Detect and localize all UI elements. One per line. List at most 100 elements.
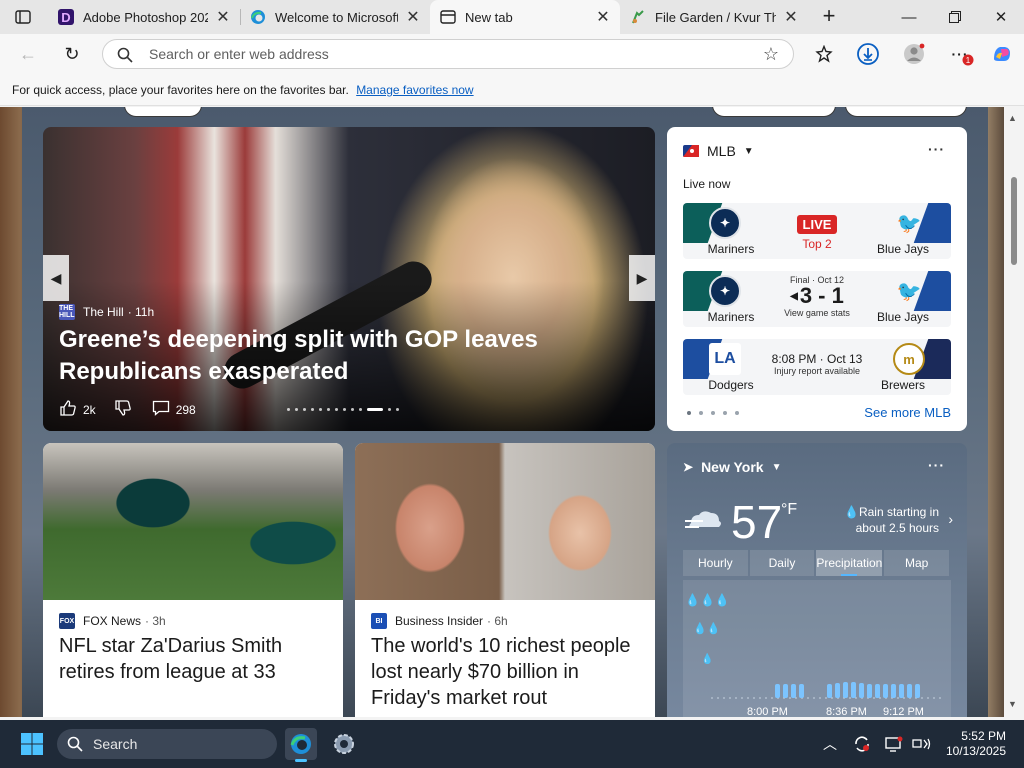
tab-actions-button[interactable] — [8, 5, 38, 29]
team-brewers: m Brewers — [855, 339, 951, 395]
more-options-button[interactable]: ··· — [928, 141, 945, 157]
injury-report-link[interactable]: Injury report available — [771, 366, 863, 376]
svg-text:💧💧💧: 💧💧💧 — [685, 593, 730, 607]
scroll-up-icon[interactable]: ▲ — [1008, 113, 1017, 123]
taskbar-clock[interactable]: 5:52 PM 10/13/2025 — [946, 729, 1006, 759]
game-row-live[interactable]: ✦ Mariners LIVE Top 2 🐦 Blue Jays — [683, 203, 951, 259]
taskbar-settings-button[interactable] — [328, 728, 360, 760]
minimize-button[interactable]: — — [886, 0, 932, 34]
copilot-button[interactable] — [988, 40, 1016, 68]
view-stats-link[interactable]: View game stats — [771, 308, 863, 318]
tab-title: File Garden / Kvur The S — [655, 9, 776, 25]
address-input[interactable]: Search or enter web address ☆ — [102, 39, 794, 69]
news-card-richest[interactable]: BI Business Insider · 6h The world's 10 … — [355, 443, 655, 717]
start-button[interactable] — [16, 728, 48, 760]
hero-headline[interactable]: Greene’s deepening split with GOP leaves… — [59, 324, 579, 388]
newtab-icon — [440, 9, 456, 25]
rain-forecast[interactable]: 💧Rain starting in about 2.5 hours — [833, 504, 939, 536]
news-age: · 6h — [487, 614, 508, 628]
news-headline[interactable]: The world's 10 richest people lost nearl… — [371, 633, 643, 711]
clock-time: 5:52 PM — [961, 729, 1006, 743]
close-tab-icon[interactable]: ✕ — [594, 7, 612, 27]
copilot-icon — [994, 47, 1010, 61]
carousel-next-button[interactable]: ▶ — [629, 255, 655, 301]
tab-photoshop[interactable]: D Adobe Photoshop 2025 ✕ — [48, 0, 240, 34]
close-window-button[interactable]: ✕ — [978, 0, 1024, 34]
tab-daily[interactable]: Daily — [749, 550, 815, 576]
tab-precipitation[interactable]: Precipitation — [816, 550, 883, 576]
carousel-indicator[interactable] — [287, 408, 404, 411]
tab-title: Adobe Photoshop 2025 — [83, 9, 208, 25]
tab-new-tab[interactable]: New tab ✕ — [430, 0, 620, 34]
svg-text:💧: 💧 — [701, 652, 713, 665]
close-tab-icon[interactable]: ✕ — [782, 7, 800, 27]
active-app-indicator — [295, 759, 307, 762]
minimize-icon: — — [901, 8, 917, 26]
profile-button[interactable] — [900, 40, 928, 68]
chevron-down-icon: ▼ — [771, 461, 782, 473]
add-favorite-star-icon[interactable]: ☆ — [763, 44, 779, 65]
tab-title: Welcome to Microsoft E — [275, 9, 398, 25]
favorites-button[interactable] — [810, 40, 838, 68]
news-headline[interactable]: NFL star Za'Darius Smith retires from le… — [59, 633, 331, 685]
comment-icon[interactable] — [152, 400, 170, 419]
filegarden-icon — [630, 9, 646, 25]
tab-map[interactable]: Map — [884, 550, 950, 576]
scrollbar-thumb[interactable] — [1011, 177, 1017, 265]
mlb-pager[interactable] — [687, 411, 747, 415]
page-scrollbar[interactable]: ▲ ▼ — [1004, 107, 1024, 717]
more-options-button[interactable]: ··· — [928, 457, 945, 473]
manage-favorites-link[interactable]: Manage favorites now — [356, 83, 473, 97]
sync-icon — [855, 736, 869, 752]
new-tab-button[interactable]: + — [818, 5, 840, 29]
top-pill-button[interactable] — [124, 107, 202, 117]
business-insider-logo: BI — [371, 613, 387, 629]
see-more-mlb-link[interactable]: See more MLB — [864, 405, 951, 420]
thumbs-up-icon[interactable] — [59, 399, 77, 420]
taskbar-edge-button[interactable] — [285, 728, 317, 762]
sync-status-button[interactable] — [846, 728, 878, 760]
top-pill-button[interactable] — [712, 107, 836, 117]
search-icon — [67, 736, 83, 752]
favorites-star-icon — [815, 45, 833, 63]
weather-location[interactable]: ➤ New York ▼ — [683, 459, 781, 475]
tab-file-garden[interactable]: File Garden / Kvur The S ✕ — [620, 0, 808, 34]
hero-news-card[interactable]: ◀ ▶ THE HILL The Hill · 11h Greene’s dee… — [43, 127, 655, 431]
precipitation-bars: 💧💧💧 💧💧 💧 — [685, 593, 941, 699]
clock-date: 10/13/2025 — [945, 744, 1006, 758]
team-name: Blue Jays — [876, 242, 930, 256]
carousel-prev-button[interactable]: ◀ — [43, 255, 69, 301]
show-hidden-icons-button[interactable]: ︿ — [814, 728, 846, 760]
fox-news-logo: FOX — [59, 613, 75, 629]
taskbar-search-box[interactable]: Search — [57, 729, 277, 759]
network-icon — [912, 738, 931, 750]
team-name: Blue Jays — [876, 310, 930, 324]
refresh-button[interactable]: ↻ — [58, 40, 86, 68]
game-row-final[interactable]: ✦ Mariners Final · Oct 12 ◀3 - 1 View ga… — [683, 271, 951, 327]
mariners-logo-icon: ✦ — [709, 207, 741, 239]
richest-news-image — [355, 443, 655, 600]
restore-button[interactable] — [932, 0, 978, 34]
like-count: 2k — [83, 402, 96, 417]
top-pill-button[interactable] — [845, 107, 967, 117]
downloads-button[interactable] — [854, 40, 882, 68]
game-row-upcoming[interactable]: LA Dodgers 8:08 PM · Oct 13 Injury repor… — [683, 339, 951, 395]
scroll-down-icon[interactable]: ▼ — [1008, 699, 1017, 709]
thumbs-down-icon[interactable] — [114, 399, 132, 420]
tab-welcome-edge[interactable]: Welcome to Microsoft E ✕ — [240, 0, 430, 34]
mlb-header[interactable]: MLB ▼ — [683, 143, 754, 159]
chevron-right-icon[interactable]: › — [948, 511, 953, 527]
tab-hourly[interactable]: Hourly — [683, 550, 748, 576]
back-button[interactable]: ← — [14, 40, 42, 68]
news-source: BI Business Insider · 6h — [371, 613, 508, 629]
location-arrow-icon: ➤ — [683, 460, 694, 474]
settings-more-button[interactable]: ··· 1 — [946, 40, 974, 68]
tab-bar: D Adobe Photoshop 2025 ✕ Welcome to Micr… — [0, 0, 1024, 34]
back-arrow-icon: ← — [19, 43, 37, 64]
network-volume-button[interactable] — [906, 728, 938, 760]
news-card-nfl[interactable]: FOX FOX News · 3h NFL star Za'Darius Smi… — [43, 443, 343, 717]
team-name: Dodgers — [708, 378, 754, 392]
close-tab-icon[interactable]: ✕ — [404, 7, 422, 27]
close-tab-icon[interactable]: ✕ — [214, 7, 232, 27]
blue-jays-logo-icon: 🐦 — [896, 212, 922, 235]
